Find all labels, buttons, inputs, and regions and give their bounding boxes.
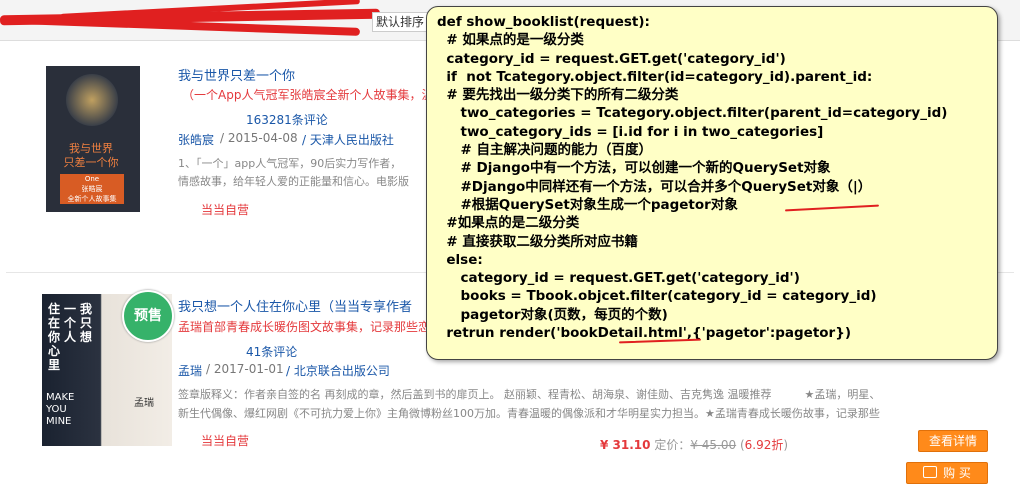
code-line: #Django中同样还有一个方法，可以合并多个QuerySet对象（|） (437, 178, 872, 195)
cover-art (66, 74, 118, 126)
code-line: if not Tcategory.object.filter(id=catego… (437, 68, 873, 85)
list-price-label: 定价： (654, 438, 691, 452)
publisher-link[interactable]: / 天津人民出版社 (302, 131, 394, 148)
book-cover[interactable]: 我与世界 只差一个你 One 张皓宸 全新个人故事集 (46, 66, 140, 212)
book-title-link[interactable]: 我与世界只差一个你 (178, 65, 295, 84)
code-line: def show_booklist(request): (437, 14, 650, 30)
buy-button[interactable]: 购 买 (906, 462, 988, 484)
publisher-link[interactable]: / 北京联合出版公司 (286, 362, 390, 379)
code-line: #如果点的是二级分类 (437, 215, 580, 232)
book-title-link[interactable]: 我只想一个人住在你心里（当当专享作者 (178, 296, 412, 315)
book-subtitle: 孟瑞首部青春成长暖伤图文故事集，记录那些恋 (178, 320, 431, 334)
code-line: two_categories = Tcategory.object.filter… (437, 105, 948, 122)
code-line: pagetor对象(页数，每页的个数) (437, 306, 668, 323)
view-detail-button[interactable]: 查看详情 (918, 430, 988, 452)
cover-title: 住在你心里 (48, 302, 61, 372)
cover-title: 一个人 (64, 302, 77, 344)
seller-label[interactable]: 当当自营 (201, 432, 249, 449)
seller-label[interactable]: 当当自营 (201, 201, 249, 218)
book-description: 签章版释义：作者亲自签的名 再刻成的章，然后盖到书的扉页上。 赵丽颖、程青松、胡… (178, 388, 881, 401)
review-count-link[interactable]: 41条评论 (246, 343, 297, 360)
cover-title: 我只想 (80, 302, 93, 344)
book-description: 新生代偶像、爆红网剧《不可抗力爱上你》主角微博粉丝100万加。青春温暖的偶像派和… (178, 407, 880, 420)
cover-english: MAKE YOU MINE (46, 392, 75, 427)
code-line: # 要先找出一级分类下的所有二级分类 (437, 87, 679, 104)
discount: (6.92折) (739, 438, 789, 452)
code-text: def show_booklist(request): # 如果点的是一级分类 … (437, 13, 947, 342)
author-link[interactable]: 张皓宸 (178, 131, 214, 148)
price-block: ¥ 31.10 定价：¥ 45.00 (6.92折) (600, 436, 788, 453)
author-link[interactable]: 孟瑞 (178, 362, 202, 379)
code-line: # 直接获取二级分类所对应书籍 (437, 233, 638, 250)
code-line: # Django中有一个方法，可以创建一个新的QuerySet对象 (437, 160, 831, 177)
review-count-link[interactable]: 163281条评论 (246, 111, 328, 128)
sale-price: ¥ 31.10 (600, 438, 651, 452)
sort-select[interactable]: 默认排序 (372, 12, 433, 32)
code-line: two_category_ids = [i.id for i in two_ca… (437, 123, 824, 140)
code-note: def show_booklist(request): # 如果点的是一级分类 … (426, 6, 998, 360)
code-line: # 如果点的是一级分类 (437, 32, 584, 49)
cover-author: 孟瑞 (134, 398, 154, 409)
presale-badge: 预售 (122, 290, 174, 342)
book-description: 1、「一个」app人气冠军，90后实力写作者， (178, 157, 402, 170)
publish-date: / 2017-01-01 (206, 362, 284, 376)
cart-icon (923, 466, 938, 478)
book-subtitle: （一个App人气冠军张皓宸全新个人故事集，温 (182, 88, 434, 102)
code-line: else: (437, 251, 483, 268)
buy-button-label: 购 买 (943, 466, 971, 480)
cover-subtitle: One 张皓宸 全新个人故事集 (60, 174, 124, 204)
list-price: ¥ 45.00 (690, 438, 737, 452)
code-line: books = Tbook.objcet.filter(category_id … (437, 288, 877, 305)
book-description: 情感故事，给年轻人爱的正能量和信心。电影版 (178, 175, 409, 188)
code-line: category_id = request.GET.get('category_… (437, 50, 786, 67)
cover-title: 我与世界 只差一个你 (63, 142, 119, 169)
code-line: category_id = request.GET.get('category_… (437, 270, 800, 287)
publish-date: / 2015-04-08 (220, 131, 298, 145)
code-line: # 自主解决问题的能力（百度） (437, 142, 653, 159)
